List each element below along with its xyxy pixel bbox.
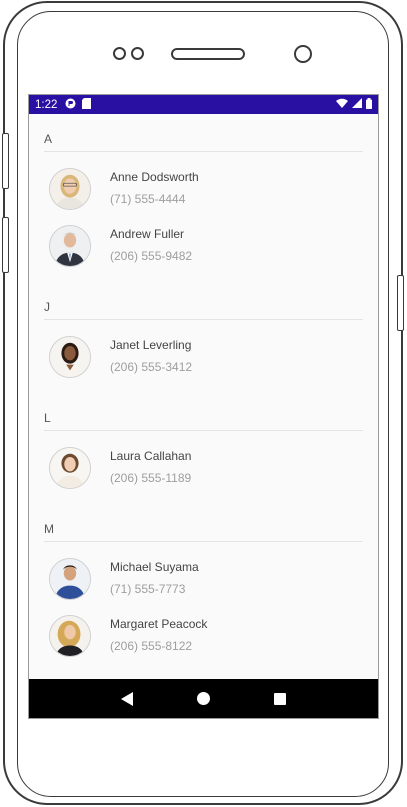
contact-name: Andrew Fuller — [110, 227, 185, 241]
avatar — [49, 558, 91, 600]
signal-icon — [352, 98, 362, 111]
contact-name: Laura Callahan — [110, 449, 192, 463]
wifi-icon — [336, 98, 348, 111]
navigation-bar — [29, 679, 378, 718]
contact-name: Margaret Peacock — [110, 617, 208, 631]
group-header-j: J — [44, 282, 363, 320]
contact-item[interactable]: Margaret Peacock (206) 555-8122 — [29, 609, 378, 666]
app-screen: 1:22 A Anne Dodsworth (71) 555-4444 Andrew … — [28, 94, 379, 719]
group-header-m: M — [44, 504, 363, 542]
avatar — [49, 615, 91, 657]
contact-phone: (71) 555-4444 — [110, 192, 186, 206]
status-bar: 1:22 — [29, 95, 378, 114]
volume-down-button — [2, 217, 9, 273]
recents-icon[interactable] — [265, 684, 295, 714]
contact-name: Anne Dodsworth — [110, 170, 199, 184]
sensor-icon — [113, 47, 126, 60]
earpiece-speaker — [171, 48, 245, 60]
avatar — [49, 225, 91, 267]
contact-name: Michael Suyama — [110, 560, 199, 574]
volume-up-button — [2, 133, 9, 189]
contact-phone: (206) 555-3412 — [110, 360, 193, 374]
status-time: 1:22 — [35, 98, 58, 111]
avatar — [49, 168, 91, 210]
contact-name: Janet Leverling — [110, 338, 192, 352]
sensor-icon — [131, 47, 144, 60]
front-camera-icon — [294, 45, 312, 63]
back-icon[interactable] — [112, 684, 142, 714]
avatar — [49, 336, 91, 378]
contact-list[interactable]: A Anne Dodsworth (71) 555-4444 Andrew Fulle… — [29, 114, 378, 681]
group-padding — [29, 542, 378, 552]
contact-phone: (206) 555-8122 — [110, 639, 193, 653]
contact-phone: (71) 555-7773 — [110, 582, 186, 596]
group-padding — [29, 320, 378, 330]
sd-card-icon — [82, 97, 92, 112]
contact-phone: (206) 555-9482 — [110, 249, 193, 263]
contact-item[interactable]: Anne Dodsworth (71) 555-4444 — [29, 162, 378, 219]
home-icon[interactable] — [188, 684, 218, 714]
battery-icon — [366, 97, 372, 112]
group-padding — [29, 152, 378, 162]
notification-icon — [65, 98, 76, 112]
avatar — [49, 447, 91, 489]
contact-item[interactable]: Laura Callahan (206) 555-1189 — [29, 441, 378, 498]
group-padding — [29, 431, 378, 441]
contact-phone: (206) 555-1189 — [110, 471, 192, 485]
contact-item[interactable]: Michael Suyama (71) 555-7773 — [29, 552, 378, 609]
group-header-a: A — [44, 114, 363, 152]
contact-item[interactable]: Andrew Fuller (206) 555-9482 — [29, 219, 378, 276]
power-button — [397, 275, 404, 331]
group-header-l: L — [44, 393, 363, 431]
contact-item[interactable]: Janet Leverling (206) 555-3412 — [29, 330, 378, 387]
